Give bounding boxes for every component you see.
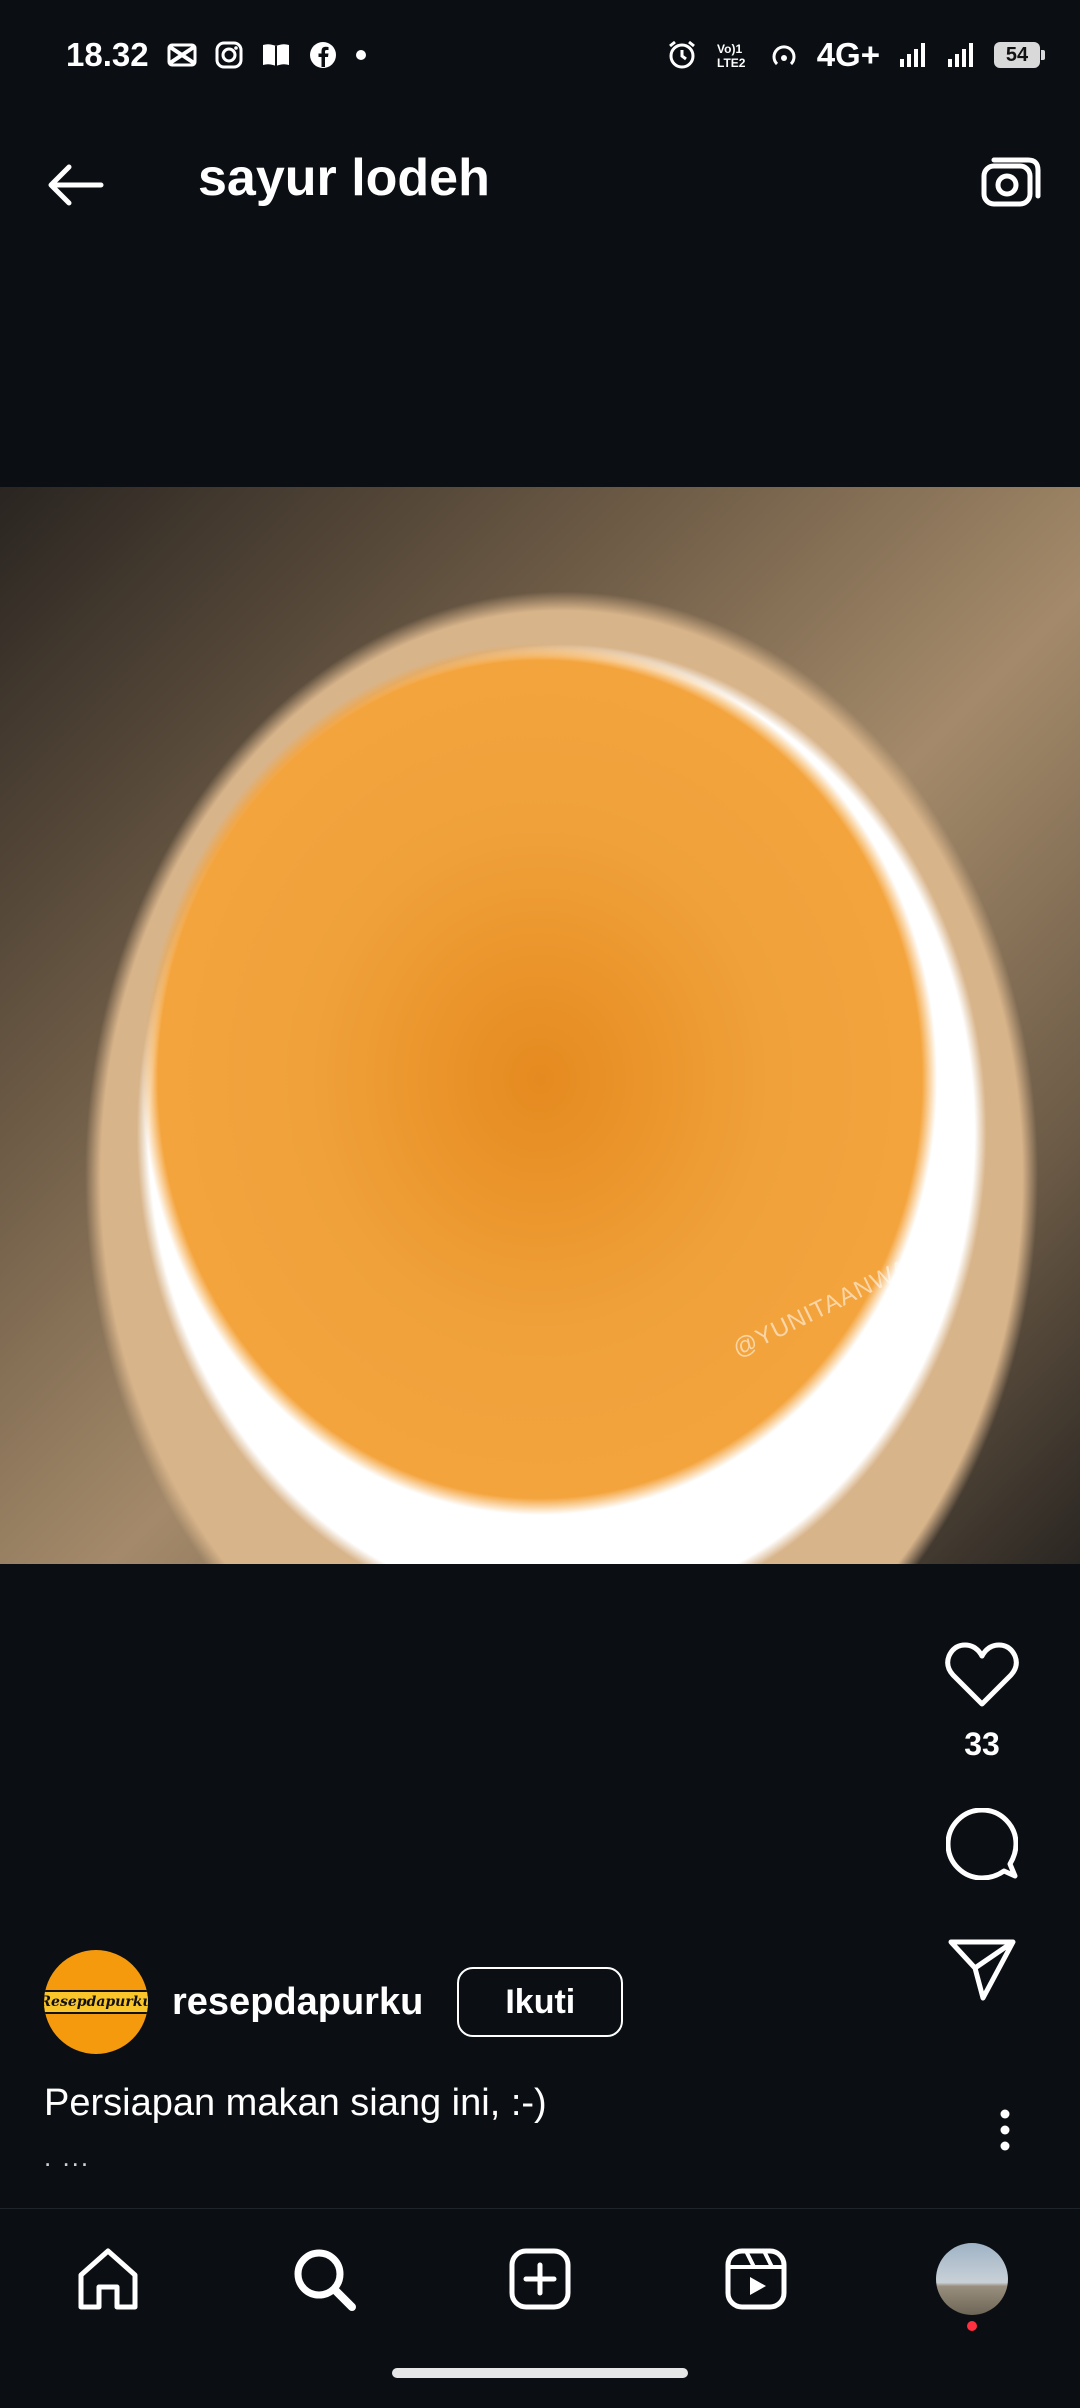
status-bar: 18.32 Vo)1 LTE2 4G+ 54 — [0, 0, 1080, 110]
book-icon — [261, 42, 291, 68]
svg-text:Vo)1: Vo)1 — [717, 42, 742, 56]
comment-button[interactable] — [937, 1799, 1027, 1889]
like-count: 33 — [964, 1726, 1000, 1762]
plus-square-icon — [509, 2248, 571, 2309]
more-notifications-dot-icon — [355, 49, 367, 61]
post-actions: 33 — [912, 1630, 1052, 2015]
send-icon — [948, 1939, 1016, 2001]
heart-icon — [945, 1642, 1019, 1707]
post-image[interactable]: @YUNITAANWAR — [0, 487, 1080, 1564]
back-arrow-icon — [48, 164, 104, 206]
author-username[interactable]: resepdapurku — [172, 1981, 423, 2024]
vertical-dots-icon — [1000, 2109, 1010, 2151]
facebook-icon — [309, 41, 337, 69]
follow-button[interactable]: Ikuti — [457, 1967, 624, 2037]
nav-search[interactable] — [269, 2224, 379, 2334]
caption-more[interactable]: . ... — [44, 2142, 90, 2173]
hotspot-icon — [769, 40, 799, 70]
signal-1-icon — [898, 41, 928, 69]
page-title: sayur lodeh — [198, 149, 490, 207]
instagram-icon — [215, 41, 243, 69]
bottom-navigation — [0, 2208, 1080, 2338]
capcut-icon — [167, 43, 197, 67]
author-avatar[interactable]: Resepdapurku — [44, 1950, 148, 2054]
notification-dot — [967, 2320, 977, 2331]
status-time: 18.32 — [66, 36, 149, 73]
reels-icon — [725, 2248, 787, 2309]
network-type: 4G+ — [816, 36, 880, 73]
battery-indicator: 54 — [994, 42, 1045, 68]
more-options-button[interactable] — [970, 2095, 1040, 2165]
nav-create[interactable] — [485, 2224, 595, 2334]
home-icon — [78, 2248, 138, 2309]
like-button[interactable] — [937, 1630, 1027, 1720]
alarm-icon — [667, 40, 697, 70]
home-indicator[interactable] — [392, 2368, 688, 2378]
volte-icon: Vo)1 LTE2 — [715, 40, 751, 70]
comment-icon — [946, 1808, 1018, 1880]
image-watermark: @YUNITAANWAR — [728, 1246, 931, 1363]
post-author: Resepdapurku resepdapurku Ikuti — [44, 1950, 624, 2054]
nav-reels[interactable] — [701, 2224, 811, 2334]
camera-button[interactable] — [976, 148, 1046, 218]
svg-text:LTE2: LTE2 — [717, 56, 746, 70]
signal-2-icon — [946, 41, 976, 69]
profile-avatar — [936, 2242, 1008, 2331]
back-button[interactable] — [40, 150, 110, 220]
top-bar: sayur lodeh — [0, 110, 1080, 260]
search-icon — [294, 2249, 356, 2311]
nav-home[interactable] — [53, 2224, 163, 2334]
avatar-logo-text: Resepdapurku — [44, 1990, 148, 2014]
post-caption[interactable]: Persiapan makan siang ini, :-) — [44, 2082, 547, 2125]
nav-profile[interactable] — [917, 2224, 1027, 2334]
camera-icon — [981, 157, 1041, 207]
share-button[interactable] — [937, 1925, 1027, 2015]
